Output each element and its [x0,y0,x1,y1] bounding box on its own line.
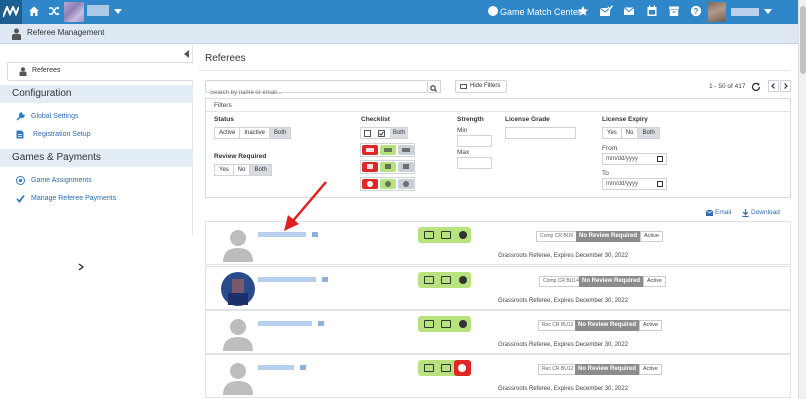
annotation-arrow [284,181,327,231]
mouse-cursor-icon [78,263,85,273]
